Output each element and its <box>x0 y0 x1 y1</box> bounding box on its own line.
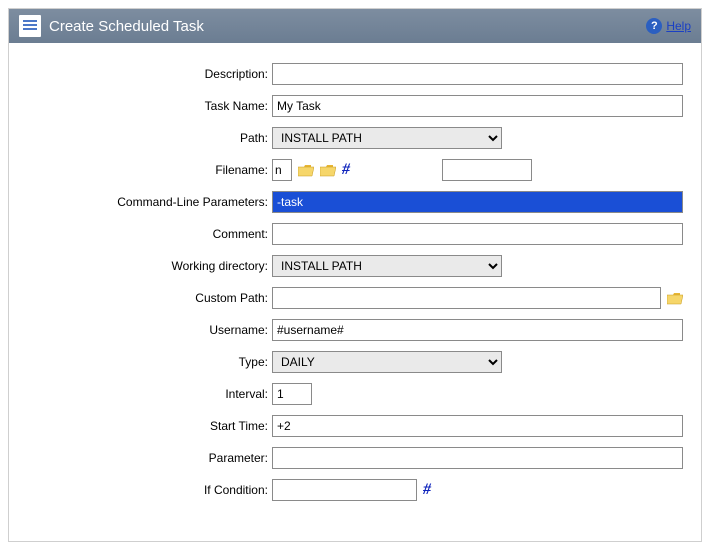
create-scheduled-task-panel: Create Scheduled Task ? Help Description… <box>8 8 702 542</box>
task-name-input[interactable] <box>272 95 683 117</box>
label-working-dir: Working directory: <box>27 259 272 273</box>
filename-hash-icon[interactable]: # <box>342 161 350 179</box>
custom-path-input[interactable] <box>272 287 661 309</box>
label-custom-path: Custom Path: <box>27 291 272 305</box>
help-icon[interactable]: ? <box>646 18 662 34</box>
if-condition-input[interactable] <box>272 479 417 501</box>
label-comment: Comment: <box>27 227 272 241</box>
type-select[interactable]: DAILY <box>272 351 502 373</box>
description-input[interactable] <box>272 63 683 85</box>
label-cmd-params: Command-Line Parameters: <box>27 195 272 209</box>
start-time-input[interactable] <box>272 415 683 437</box>
username-input[interactable] <box>272 319 683 341</box>
working-dir-select[interactable]: INSTALL PATH <box>272 255 502 277</box>
help-section: ? Help <box>646 18 691 34</box>
cmd-params-input[interactable] <box>272 191 683 213</box>
browse-folder-icon[interactable] <box>298 163 314 177</box>
form-body: Description: Task Name: Path: INSTALL PA… <box>9 43 701 541</box>
document-icon <box>19 15 41 37</box>
label-path: Path: <box>27 131 272 145</box>
label-type: Type: <box>27 355 272 369</box>
custom-path-browse-icon[interactable] <box>667 291 683 305</box>
parameter-input[interactable] <box>272 447 683 469</box>
filename-secondary-box <box>442 159 532 181</box>
panel-title: Create Scheduled Task <box>49 18 638 35</box>
label-task-name: Task Name: <box>27 99 272 113</box>
browse-folder-alt-icon[interactable] <box>320 163 336 177</box>
panel-header: Create Scheduled Task ? Help <box>9 9 701 43</box>
filename-input[interactable] <box>272 159 292 181</box>
label-start-time: Start Time: <box>27 419 272 433</box>
interval-input[interactable] <box>272 383 312 405</box>
path-select[interactable]: INSTALL PATH <box>272 127 502 149</box>
label-filename: Filename: <box>27 163 272 177</box>
comment-input[interactable] <box>272 223 683 245</box>
label-username: Username: <box>27 323 272 337</box>
label-description: Description: <box>27 67 272 81</box>
label-interval: Interval: <box>27 387 272 401</box>
help-link[interactable]: Help <box>666 19 691 33</box>
label-parameter: Parameter: <box>27 451 272 465</box>
label-if-condition: If Condition: <box>27 483 272 497</box>
if-condition-hash-icon[interactable]: # <box>423 481 431 499</box>
